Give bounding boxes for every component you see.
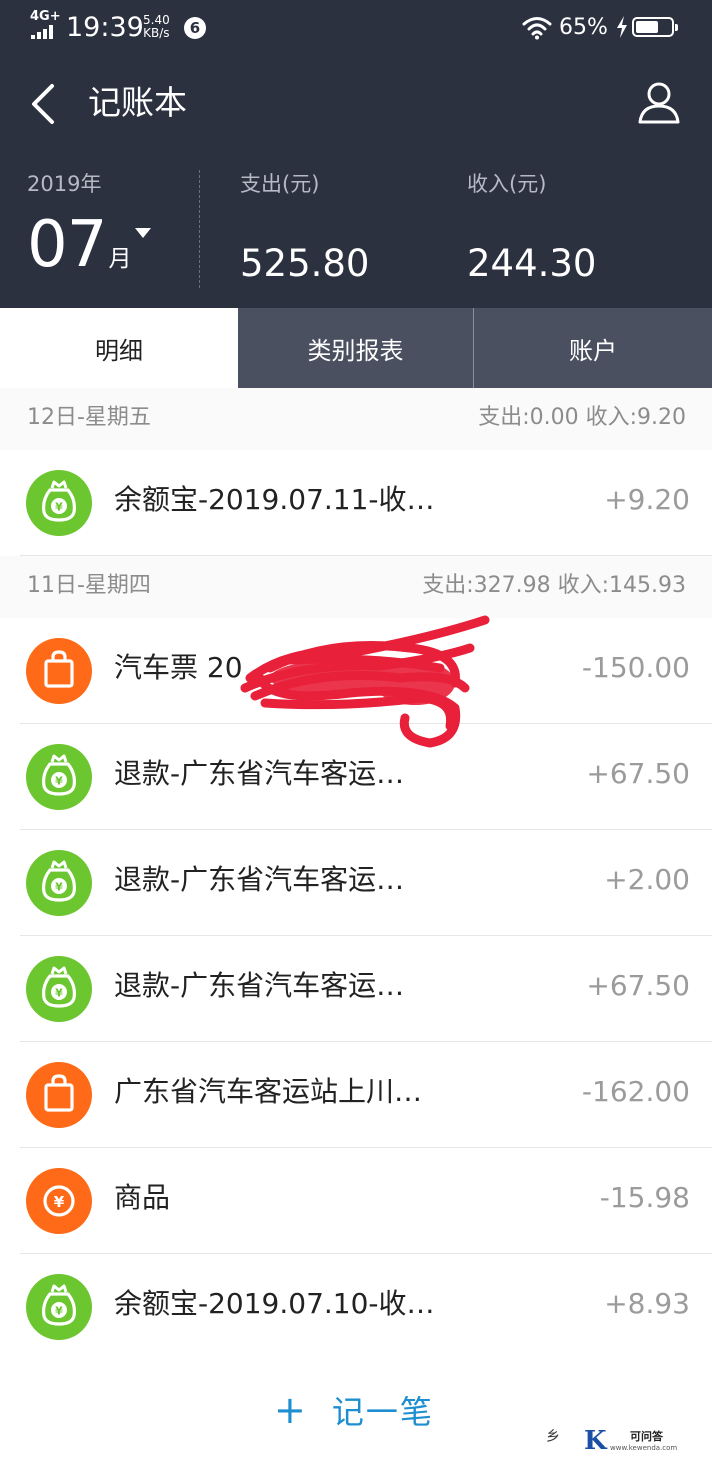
transaction-row[interactable]: 广东省汽车客运站上川… -162.00 [0, 1042, 712, 1148]
summary-header: 记账本 2019年 07月 支出(元) 525.80 收入(元) 244.30 [0, 56, 712, 308]
signal-icon [31, 25, 59, 39]
transaction-title: 余额宝-2019.07.11-收… [114, 483, 435, 516]
svg-text:¥: ¥ [55, 775, 63, 788]
battery-level-fill [636, 21, 659, 33]
expense-label: 支出(元) [240, 172, 320, 196]
transaction-title: 退款-广东省汽车客运… [114, 757, 405, 790]
notification-badge: 6 [184, 17, 206, 39]
transaction-amount: -162.00 [581, 1075, 690, 1108]
battery-nub [675, 24, 678, 31]
network-type: 4G+ [30, 9, 61, 24]
month-unit: 月 [108, 246, 132, 272]
tab-bar: 明细 类别报表 账户 [0, 308, 712, 388]
day-header: 12日-星期五 支出:0.00 收入:9.20 [0, 388, 712, 450]
watermark-url: www.kewenda.com [610, 1444, 678, 1452]
transaction-row[interactable]: ¥ 商品 -15.98 [0, 1148, 712, 1254]
transaction-title: 汽车票 20 [114, 651, 243, 684]
transaction-amount: +67.50 [586, 757, 690, 790]
transaction-amount: +9.20 [604, 483, 690, 516]
tab-accounts[interactable]: 账户 [474, 308, 712, 388]
income-total: 244.30 [467, 242, 597, 285]
transaction-row[interactable]: ¥ 余额宝-2019.07.10-收… +8.93 [0, 1254, 712, 1360]
watermark-glyph: 乡 [546, 1429, 560, 1445]
transaction-title: 商品 [114, 1181, 171, 1214]
tab-details[interactable]: 明细 [0, 308, 238, 388]
add-record-button[interactable]: + 记一笔 [274, 1386, 434, 1434]
transaction-amount: -150.00 [581, 651, 690, 684]
transaction-row[interactable]: ¥ 退款-广东省汽车客运… +67.50 [0, 936, 712, 1042]
charging-icon [617, 16, 627, 38]
page-title: 记账本 [88, 83, 187, 122]
battery-icon [632, 17, 678, 37]
speed-unit: KB/s [143, 26, 170, 40]
transaction-list: 12日-星期五 支出:0.00 收入:9.20 ¥ 余额宝-2019.07.11-收…… [0, 388, 712, 1360]
clock: 19:39 [66, 12, 144, 43]
day-date: 12日-星期五 [27, 405, 151, 430]
day-summary: 支出:0.00 收入:9.20 [478, 405, 686, 430]
svg-text:¥: ¥ [55, 1305, 63, 1318]
money-bag-icon: ¥ [26, 470, 92, 536]
month-number: 07 [27, 208, 107, 282]
transaction-amount: +2.00 [604, 863, 690, 896]
money-bag-icon: ¥ [26, 850, 92, 916]
shopping-bag-icon [26, 638, 92, 704]
day-date: 11日-星期四 [27, 573, 151, 598]
transaction-title: 广东省汽车客运站上川… [114, 1075, 423, 1108]
plus-icon: + [274, 1388, 306, 1432]
status-bar: 4G+ 19:39 5.40 KB/s 6 65% [0, 0, 712, 56]
network-speed: 5.40 KB/s [143, 14, 170, 40]
transaction-title: 余额宝-2019.07.10-收… [114, 1287, 435, 1320]
svg-text:¥: ¥ [54, 1193, 65, 1211]
day-summary: 支出:327.98 收入:145.93 [422, 573, 686, 598]
shopping-bag-icon [26, 1062, 92, 1128]
svg-text:¥: ¥ [55, 501, 63, 514]
transaction-row[interactable]: ¥ 退款-广东省汽车客运… +2.00 [0, 830, 712, 936]
transaction-title: 退款-广东省汽车客运… [114, 863, 405, 896]
transaction-amount: +8.93 [604, 1287, 690, 1320]
battery-percent: 65% [559, 15, 608, 40]
tab-category-report[interactable]: 类别报表 [238, 308, 474, 388]
watermark-logo: K 可问答 www.kewenda.com [584, 1428, 684, 1454]
year-label: 2019年 [27, 172, 102, 196]
caret-down-icon [135, 228, 152, 238]
user-profile-icon[interactable] [634, 78, 684, 128]
day-header: 11日-星期四 支出:327.98 收入:145.93 [0, 556, 712, 618]
income-label: 收入(元) [467, 172, 547, 196]
transaction-title: 退款-广东省汽车客运… [114, 969, 405, 1002]
watermark-name: 可问答 [630, 1430, 663, 1443]
transaction-row[interactable]: 汽车票 20 -150.00 [0, 618, 712, 724]
back-arrow-icon[interactable] [22, 78, 66, 130]
money-bag-icon: ¥ [26, 1274, 92, 1340]
month-picker[interactable]: 07月 [27, 206, 152, 286]
transaction-amount: +67.50 [586, 969, 690, 1002]
add-record-label: 记一笔 [331, 1393, 434, 1431]
money-bag-icon: ¥ [26, 744, 92, 810]
header-divider [199, 170, 200, 288]
svg-text:¥: ¥ [55, 987, 63, 1000]
wifi-icon [522, 17, 552, 40]
transaction-row[interactable]: ¥ 退款-广东省汽车客运… +67.50 [0, 724, 712, 830]
svg-text:¥: ¥ [55, 881, 63, 894]
watermark-k: K [584, 1426, 607, 1456]
money-bag-icon: ¥ [26, 956, 92, 1022]
yuan-coin-icon: ¥ [26, 1168, 92, 1234]
transaction-amount: -15.98 [599, 1181, 690, 1214]
transaction-row[interactable]: ¥ 余额宝-2019.07.11-收… +9.20 [0, 450, 712, 556]
expense-total: 525.80 [240, 242, 370, 285]
